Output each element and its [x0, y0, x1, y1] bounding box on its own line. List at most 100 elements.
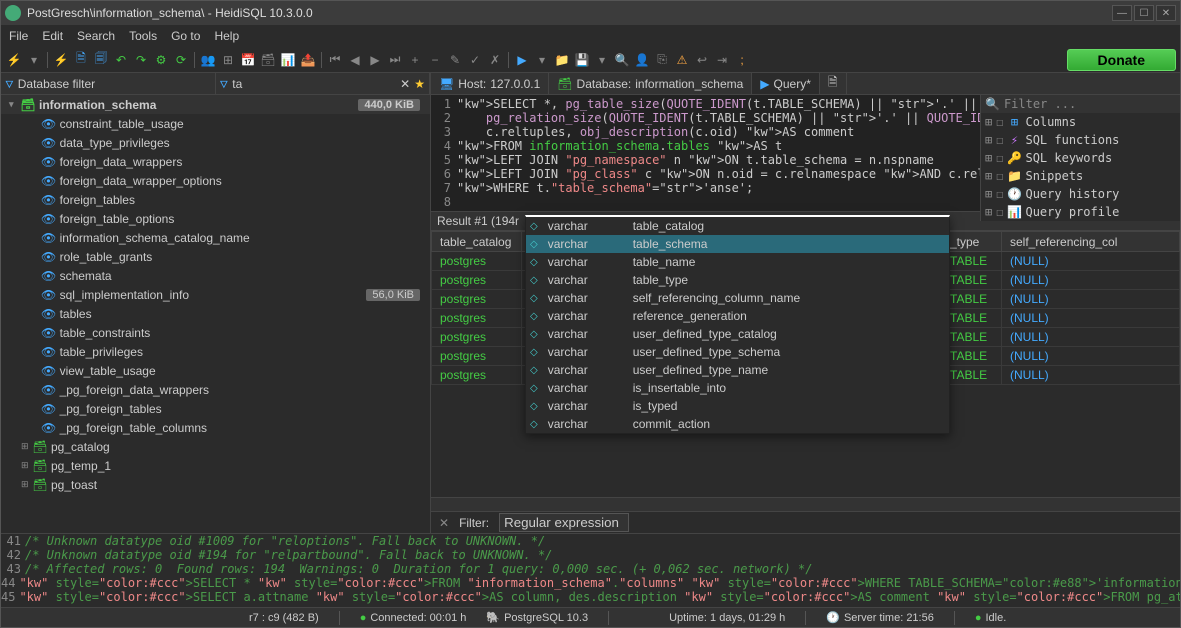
tree-expander[interactable]: ⊞	[21, 479, 33, 490]
autocomplete-item[interactable]: ◇varchartable_type	[526, 271, 949, 289]
cell-catalog[interactable]: postgres	[432, 309, 522, 328]
autocomplete-item[interactable]: ◇varcharuser_defined_type_name	[526, 361, 949, 379]
helper-check[interactable]: ☐	[996, 205, 1003, 219]
helper-check[interactable]: ☐	[996, 115, 1003, 129]
autocomplete-item[interactable]: ◇varcharuser_defined_type_catalog	[526, 325, 949, 343]
autocomplete-item[interactable]: ◇varcharis_typed	[526, 397, 949, 415]
helper-expander[interactable]: ⊞	[985, 169, 992, 183]
tree-item[interactable]: 👁 tables	[1, 304, 430, 323]
prev-icon[interactable]: ◀	[346, 51, 364, 69]
new-icon[interactable]: ⚡	[52, 51, 70, 69]
format-icon[interactable]: ⎘	[653, 51, 671, 69]
tree-item[interactable]: 👁 role_table_grants	[1, 247, 430, 266]
chart-icon[interactable]: 📊	[279, 51, 297, 69]
cell-catalog[interactable]: postgres	[432, 347, 522, 366]
col-header[interactable]: _type	[942, 232, 1002, 252]
last-icon[interactable]: ⏭	[386, 51, 404, 69]
helper-item[interactable]: ⊞☐🔑SQL keywords	[981, 149, 1180, 167]
tab-host[interactable]: 🖥 Host: 127.0.0.1	[431, 73, 549, 94]
helper-check[interactable]: ☐	[996, 187, 1003, 201]
open-icon[interactable]: ▾	[25, 51, 43, 69]
menu-search[interactable]: Search	[77, 29, 115, 43]
close-button[interactable]: ✕	[1156, 5, 1176, 21]
tree-item[interactable]: 👁 _pg_foreign_tables	[1, 399, 430, 418]
cell-selfref[interactable]: (NULL)	[1002, 347, 1180, 366]
first-icon[interactable]: ⏮	[326, 51, 344, 69]
cell-catalog[interactable]: postgres	[432, 252, 522, 271]
helper-expander[interactable]: ⊞	[985, 115, 992, 129]
helper-expander[interactable]: ⊞	[985, 187, 992, 201]
tree-item[interactable]: 👁 view_table_usage	[1, 361, 430, 380]
wrap-icon[interactable]: ↩	[693, 51, 711, 69]
export-icon[interactable]: 📤	[299, 51, 317, 69]
undo-icon[interactable]: ↶	[112, 51, 130, 69]
autocomplete-item[interactable]: ◇varcharis_insertable_into	[526, 379, 949, 397]
grid-scrollbar[interactable]	[431, 497, 1180, 511]
menu-edit[interactable]: Edit	[42, 29, 63, 43]
doc-icon[interactable]: 🗎	[72, 51, 90, 69]
cell-type[interactable]: TABLE	[942, 271, 1002, 290]
cell-type[interactable]: TABLE	[942, 309, 1002, 328]
calendar-icon[interactable]: 📅	[239, 51, 257, 69]
cell-type[interactable]: TABLE	[942, 366, 1002, 385]
minimize-button[interactable]: —	[1112, 5, 1132, 21]
tree-item[interactable]: 👁 information_schema_catalog_name	[1, 228, 430, 247]
cell-type[interactable]: TABLE	[942, 252, 1002, 271]
tree-item[interactable]: 👁 constraint_table_usage	[1, 114, 430, 133]
copy-icon[interactable]: 🗐	[92, 51, 110, 69]
helper-check[interactable]: ☐	[996, 169, 1003, 183]
tree-item[interactable]: 👁 foreign_data_wrapper_options	[1, 171, 430, 190]
autocomplete-item[interactable]: ◇varcharcommit_action	[526, 415, 949, 433]
cell-catalog[interactable]: postgres	[432, 271, 522, 290]
del-icon[interactable]: −	[426, 51, 444, 69]
tab-database[interactable]: 🗃 Database: information_schema	[549, 73, 752, 94]
indent-icon[interactable]: ⇥	[713, 51, 731, 69]
cell-selfref[interactable]: (NULL)	[1002, 366, 1180, 385]
semicolon-icon[interactable]: ;	[733, 51, 751, 69]
helper-item[interactable]: ⊞☐📁Snippets	[981, 167, 1180, 185]
add-icon[interactable]: +	[406, 51, 424, 69]
zoom-icon[interactable]: 🔍	[613, 51, 631, 69]
cell-selfref[interactable]: (NULL)	[1002, 328, 1180, 347]
tree-root-label[interactable]: information_schema	[39, 98, 358, 112]
tree-item[interactable]: 👁 foreign_table_options	[1, 209, 430, 228]
tree-expander[interactable]: ⊞	[21, 460, 33, 471]
saveas-icon[interactable]: ▾	[593, 51, 611, 69]
cell-selfref[interactable]: (NULL)	[1002, 290, 1180, 309]
autocomplete-item[interactable]: ◇varchartable_name	[526, 253, 949, 271]
next-icon[interactable]: ▶	[366, 51, 384, 69]
run-dropdown-icon[interactable]: ▾	[533, 51, 551, 69]
tree-schema[interactable]: ⊞🗃pg_temp_1	[1, 456, 430, 475]
helper-check[interactable]: ☐	[996, 151, 1003, 165]
person-icon[interactable]: 👤	[633, 51, 651, 69]
menu-help[interactable]: Help	[214, 29, 239, 43]
autocomplete-item[interactable]: ◇varcharuser_defined_type_schema	[526, 343, 949, 361]
connect-icon[interactable]: ⚡	[5, 51, 23, 69]
filter-close-icon[interactable]: ✕	[439, 516, 449, 530]
tree-schema[interactable]: ⊞🗃pg_toast	[1, 475, 430, 494]
favorite-icon[interactable]: ★	[414, 77, 425, 91]
tree-item[interactable]: 👁 table_privileges	[1, 342, 430, 361]
ok-icon[interactable]: ✓	[466, 51, 484, 69]
cell-type[interactable]: TABLE	[942, 290, 1002, 309]
autocomplete-item[interactable]: ◇varcharself_referencing_column_name	[526, 289, 949, 307]
run-icon[interactable]: ▶	[513, 51, 531, 69]
filter-input[interactable]	[499, 513, 629, 532]
cell-catalog[interactable]: postgres	[432, 366, 522, 385]
sql-editor[interactable]: 1"kw">SELECT *, pg_table_size(QUOTE_IDEN…	[431, 95, 1180, 211]
table-filter-value[interactable]: ta	[232, 77, 242, 91]
col-header[interactable]: table_catalog	[432, 232, 522, 252]
warning-icon[interactable]: ⚠	[673, 51, 691, 69]
col-header[interactable]: self_referencing_col	[1002, 232, 1180, 252]
settings-icon[interactable]: ⚙	[152, 51, 170, 69]
clear-filter-icon[interactable]: ✕	[400, 77, 410, 91]
cell-selfref[interactable]: (NULL)	[1002, 252, 1180, 271]
menu-goto[interactable]: Go to	[171, 29, 200, 43]
autocomplete-item[interactable]: ◇varcharreference_generation	[526, 307, 949, 325]
cell-catalog[interactable]: postgres	[432, 328, 522, 347]
log-panel[interactable]: 41/* Unknown datatype oid #1009 for "rel…	[1, 533, 1180, 607]
tree-item[interactable]: 👁 schemata	[1, 266, 430, 285]
helper-item[interactable]: ⊞☐⚡SQL functions	[981, 131, 1180, 149]
helper-item[interactable]: ⊞☐⊞Columns	[981, 113, 1180, 131]
helper-item[interactable]: ⊞☐📊Query profile	[981, 203, 1180, 221]
